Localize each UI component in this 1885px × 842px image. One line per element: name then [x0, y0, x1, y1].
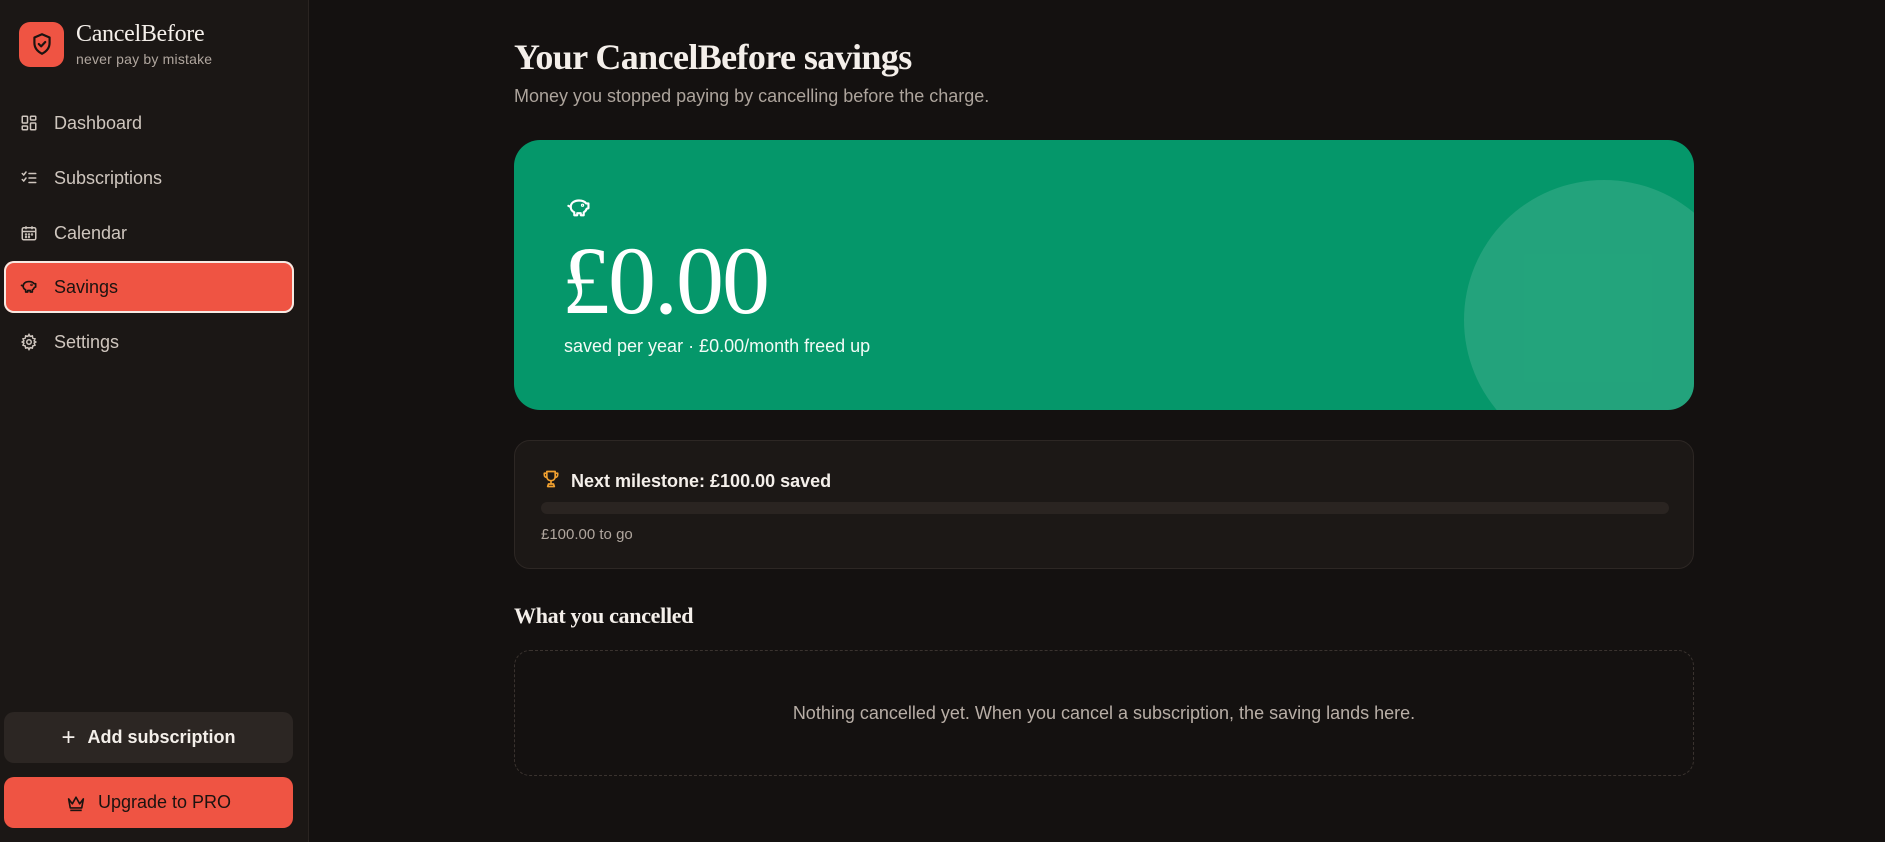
savings-hero-card: £0.00 saved per year · £0.00/month freed…	[514, 140, 1694, 410]
checklist-icon	[19, 168, 39, 188]
sidebar-item-label: Settings	[54, 331, 120, 352]
brand-name: CancelBefore	[76, 21, 205, 47]
sidebar: CancelBefore never pay by mistake Dashbo…	[0, 0, 309, 842]
cancelled-section-title: What you cancelled	[514, 603, 694, 628]
cancelled-empty-state: Nothing cancelled yet. When you cancel a…	[514, 650, 1694, 776]
page-title: Your CancelBefore savings	[514, 37, 912, 77]
plus-icon: +	[61, 723, 76, 751]
dashboard-icon	[19, 113, 39, 133]
piggy-bank-icon	[564, 194, 594, 225]
upgrade-pro-label: Upgrade to PRO	[97, 792, 232, 812]
piggy-bank-icon	[19, 277, 39, 297]
brand[interactable]: CancelBefore never pay by mistake	[19, 21, 212, 67]
shield-logo-icon	[19, 21, 64, 67]
milestone-progress-bar	[541, 502, 1669, 514]
crown-icon	[66, 794, 86, 812]
sidebar-item-label: Savings	[54, 276, 119, 297]
page-subtitle: Money you stopped paying by cancelling b…	[514, 86, 990, 106]
sidebar-item-label: Dashboard	[54, 112, 143, 133]
sidebar-item-calendar[interactable]: Calendar	[4, 207, 294, 259]
milestone-title: Next milestone: £100.00 saved	[571, 471, 832, 491]
savings-caption: saved per year · £0.00/month freed up	[564, 336, 871, 356]
sidebar-item-dashboard[interactable]: Dashboard	[4, 97, 294, 149]
decorative-circle	[1464, 180, 1694, 410]
brand-tagline: never pay by mistake	[76, 51, 213, 67]
calendar-icon	[19, 223, 39, 243]
gear-icon	[19, 332, 39, 352]
savings-amount: £0.00	[562, 227, 770, 334]
sidebar-item-savings[interactable]: Savings	[4, 261, 294, 313]
add-subscription-button[interactable]: + Add subscription	[4, 712, 293, 763]
milestone-card: Next milestone: £100.00 saved £100.00 to…	[514, 440, 1694, 569]
sidebar-item-subscriptions[interactable]: Subscriptions	[4, 152, 294, 204]
empty-state-text: Nothing cancelled yet. When you cancel a…	[792, 702, 1416, 723]
sidebar-item-label: Calendar	[54, 222, 128, 243]
sidebar-item-label: Subscriptions	[54, 167, 163, 188]
sidebar-item-settings[interactable]: Settings	[4, 316, 294, 368]
add-subscription-label: Add subscription	[87, 727, 236, 747]
upgrade-pro-button[interactable]: Upgrade to PRO	[4, 777, 293, 828]
milestone-remaining: £100.00 to go	[541, 526, 633, 543]
trophy-icon	[541, 469, 561, 494]
